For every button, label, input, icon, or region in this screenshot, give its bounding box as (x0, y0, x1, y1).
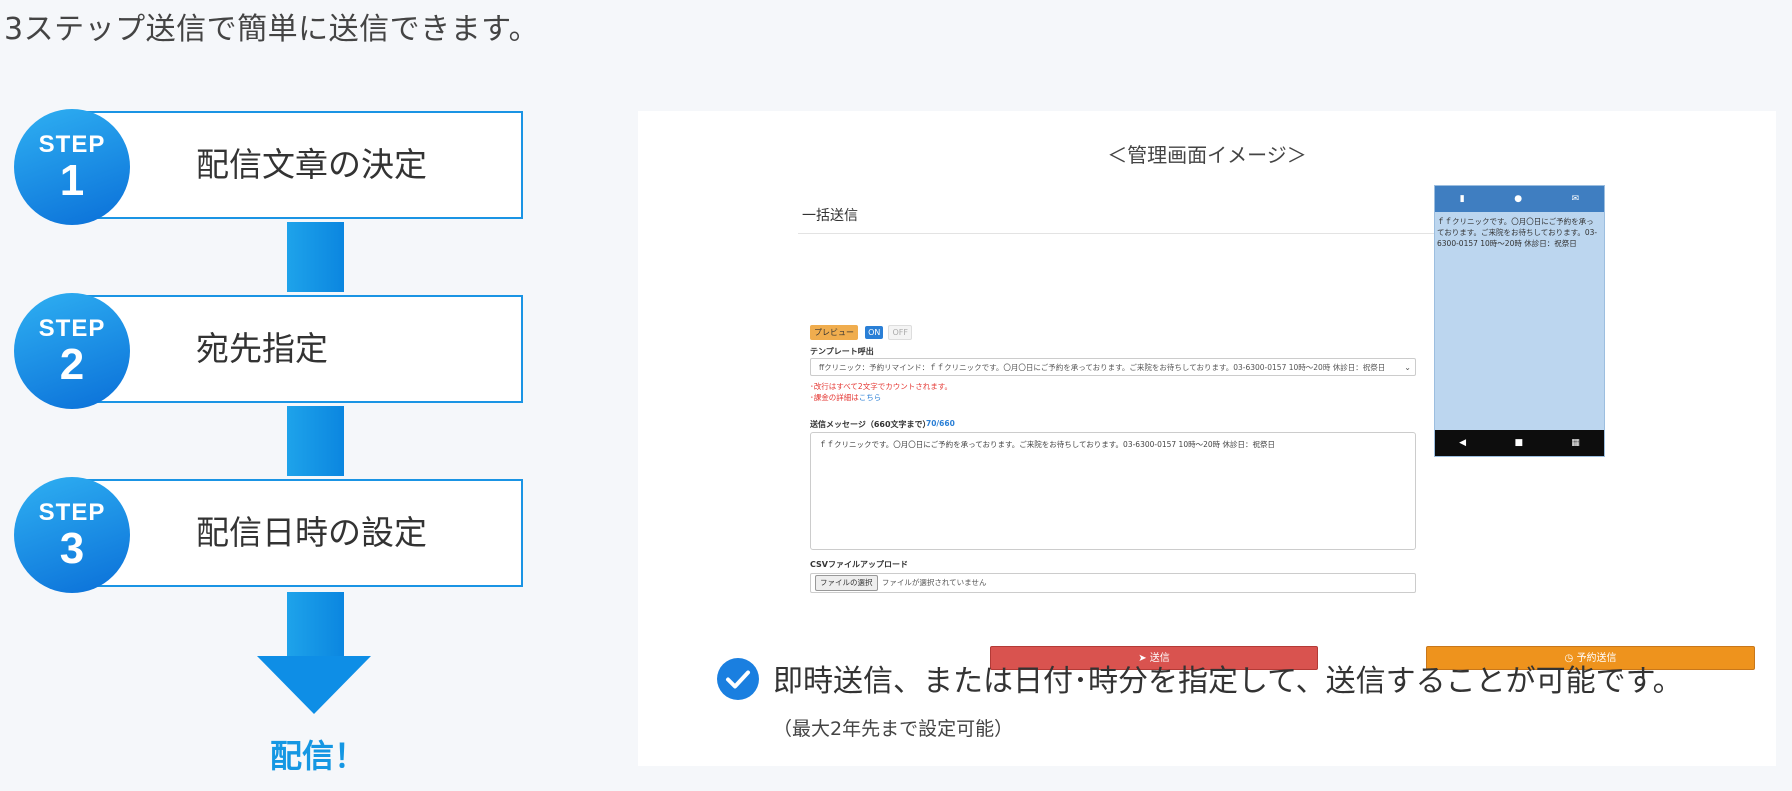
phone-preview: ▮ ● ✉ ｆｆクリニックです。〇月〇日にご予約を承っております。ご来院をお待ち… (1434, 185, 1605, 457)
template-label: テンプレート呼出 (810, 347, 874, 356)
signal-icon: ▮ (1459, 194, 1465, 204)
step-3-title: 配信日時の設定 (196, 513, 427, 552)
delivery-label: 配信！ (270, 737, 367, 775)
screen-heading: 一括送信 (802, 208, 858, 224)
csv-file-input[interactable]: ファイルの選択 ファイルが選択されていません (810, 573, 1416, 593)
preview-toggle[interactable]: プレビュー ON OFF (810, 320, 912, 340)
page-headline: 3ステップ送信で簡単に送信できます。 (4, 12, 540, 47)
phone-status-bar: ▮ ● ✉ (1435, 186, 1604, 212)
step-2-title: 宛先指定 (196, 329, 328, 368)
step-1-box: 配信文章の決定 (72, 111, 523, 219)
toggle-off[interactable]: OFF (888, 325, 912, 340)
panel-title: ＜管理画面イメージ＞ (1107, 143, 1307, 167)
csv-label: CSVファイルアップロード (810, 560, 908, 569)
flow-connector (287, 222, 344, 292)
file-select-button[interactable]: ファイルの選択 (815, 575, 878, 591)
mail-icon: ✉ (1571, 194, 1580, 204)
feature-subnote: （最大2年先まで設定可能） (773, 718, 1014, 740)
globe-icon: ● (1514, 194, 1523, 204)
divider (798, 233, 1438, 234)
flow-connector (287, 592, 344, 658)
pricing-link[interactable]: こちら (859, 393, 882, 402)
step-number: 2 (59, 340, 85, 389)
step-2-box: 宛先指定 (72, 295, 523, 403)
flow-connector (287, 406, 344, 476)
message-textarea[interactable]: ｆｆクリニックです。〇月〇日にご予約を承っております。ご来院をお待ちしております… (810, 432, 1416, 550)
note-line-2: ･課金の詳細はこちら (810, 392, 881, 403)
preview-badge: プレビュー (810, 325, 858, 340)
chevron-down-icon: ⌄ (1404, 363, 1411, 372)
step-1-badge: STEP 1 (14, 109, 130, 225)
admin-preview-panel: ＜管理画面イメージ＞ 一括送信 プレビュー ON OFF テンプレート呼出 ff… (638, 111, 1776, 766)
step-label: STEP (38, 499, 106, 526)
home-icon: ■ (1514, 438, 1523, 448)
checkmark-icon (717, 658, 759, 700)
message-label: 送信メッセージ（660文字まで） (810, 420, 931, 429)
step-1-title: 配信文章の決定 (196, 145, 427, 184)
down-arrow-icon (257, 656, 371, 714)
step-3-box: 配信日時の設定 (72, 479, 523, 587)
step-3-badge: STEP 3 (14, 477, 130, 593)
phone-message: ｆｆクリニックです。〇月〇日にご予約を承っております。ご来院をお待ちしております… (1437, 217, 1598, 248)
step-number: 3 (59, 524, 85, 573)
step-number: 1 (59, 156, 85, 205)
recent-apps-icon: ▦ (1571, 438, 1580, 448)
admin-screenshot: 一括送信 プレビュー ON OFF テンプレート呼出 ffクリニック：予約リマイ… (798, 185, 1755, 670)
step-2-badge: STEP 2 (14, 293, 130, 409)
template-select[interactable]: ffクリニック：予約リマインド：ｆｆクリニックです。〇月〇日にご予約を承っており… (810, 358, 1416, 376)
template-value: ffクリニック：予約リマインド：ｆｆクリニックです。〇月〇日にご予約を承っており… (819, 363, 1386, 372)
step-label: STEP (38, 315, 106, 342)
toggle-on[interactable]: ON (865, 326, 884, 339)
phone-nav-bar: ◀ ■ ▦ (1435, 430, 1604, 456)
step-label: STEP (38, 131, 106, 158)
file-status: ファイルが選択されていません (881, 578, 987, 587)
character-count: 70/660 (926, 419, 955, 428)
feature-note: 即時送信、または日付･時分を指定して、送信することが可能です。 (773, 664, 1683, 699)
back-icon: ◀ (1459, 438, 1467, 448)
note-line-1: ･改行はすべて2文字でカウントされます。 (810, 382, 952, 391)
note-prefix: ･課金の詳細は (810, 393, 859, 402)
